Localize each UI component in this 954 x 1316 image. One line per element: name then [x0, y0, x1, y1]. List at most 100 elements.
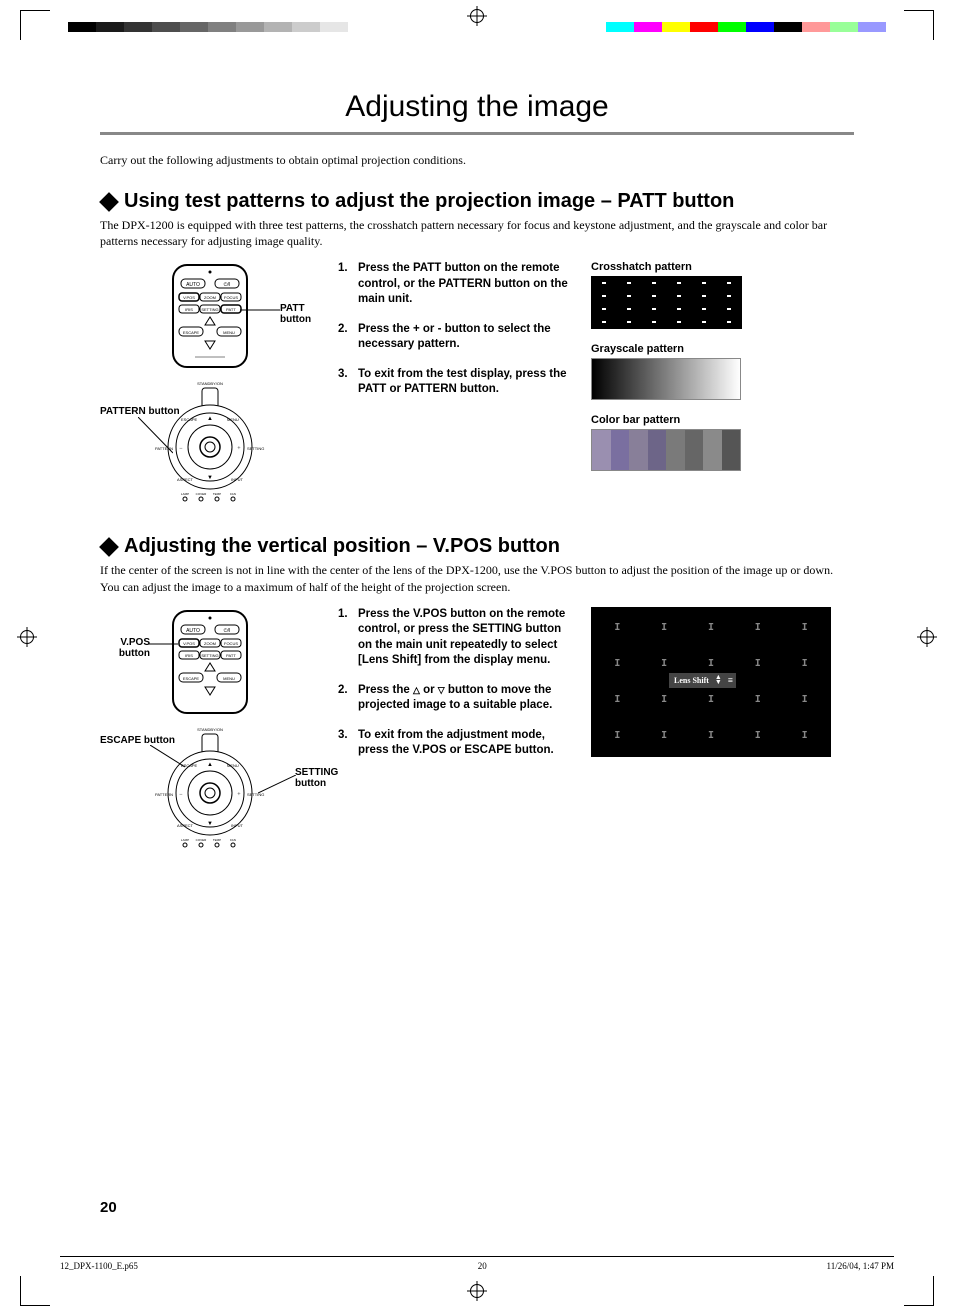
svg-text:ESCAPE: ESCAPE	[181, 417, 198, 422]
section-heading-patt: Using test patterns to adjust the projec…	[100, 190, 854, 213]
svg-text:▼: ▼	[207, 475, 213, 481]
pattern-label: Color bar pattern	[591, 414, 854, 426]
step-item: 3.To exit from the test display, press t…	[338, 367, 573, 398]
svg-text:V.POS: V.POS	[183, 641, 195, 646]
colorbar-pattern-icon	[591, 429, 741, 471]
footer-datetime: 11/26/04, 1:47 PM	[827, 1261, 894, 1271]
intro-text: Carry out the following adjustments to o…	[100, 153, 854, 168]
crop-mark	[904, 10, 934, 40]
grayscale-pattern-box: Grayscale pattern	[591, 343, 854, 400]
diamond-bullet-icon	[99, 192, 119, 212]
grayscale-pattern-icon	[591, 358, 741, 400]
svg-text:SETTING: SETTING	[201, 307, 218, 312]
svg-text:ZOOM: ZOOM	[204, 641, 216, 646]
svg-text:ASPECT: ASPECT	[177, 823, 194, 828]
leader-line-icon	[258, 775, 296, 795]
svg-text:PATT: PATT	[226, 653, 236, 658]
diamond-bullet-icon	[99, 537, 119, 557]
svg-text:MENU: MENU	[227, 763, 239, 768]
section-body: If the center of the screen is not in li…	[100, 562, 854, 594]
footer-page: 20	[478, 1261, 487, 1271]
svg-text:FOCUS: FOCUS	[224, 295, 238, 300]
footer-file: 12_DPX-1100_E.p65	[60, 1261, 138, 1271]
svg-text:IRIS: IRIS	[185, 653, 193, 658]
pattern-label: Grayscale pattern	[591, 343, 854, 355]
grayscale-calibration-strip	[68, 22, 348, 32]
svg-text:ASPECT: ASPECT	[177, 477, 194, 482]
svg-text:LAMP: LAMP	[181, 838, 189, 842]
svg-text:ESCAPE: ESCAPE	[183, 330, 200, 335]
svg-text:▼: ▼	[207, 821, 213, 827]
pattern-label: Crosshatch pattern	[591, 261, 854, 273]
remote-control-icon: AUTO ⏻/I V.POS ZOOM FOCUS IRIS SETTING P…	[155, 261, 265, 371]
crop-mark	[20, 1276, 50, 1306]
svg-text:PATT: PATT	[226, 307, 236, 312]
step-item: 1.Press the V.POS button on the remote c…	[338, 607, 573, 669]
triangle-up-icon	[413, 684, 420, 696]
lens-shift-text: Lens Shift	[674, 676, 709, 685]
svg-text:▲: ▲	[207, 416, 213, 422]
callout-vpos: V.POS button	[100, 637, 150, 659]
leader-line-icon	[138, 417, 173, 457]
registration-mark-icon	[470, 1284, 484, 1298]
svg-text:ESCAPE: ESCAPE	[183, 676, 200, 681]
svg-text:⏻/I: ⏻/I	[224, 282, 231, 288]
svg-text:INPUT: INPUT	[231, 823, 244, 828]
step-item: 2.Press the or button to move the projec…	[338, 683, 573, 714]
svg-text:SETTING: SETTING	[201, 653, 218, 658]
page-content: Adjusting the image Carry out the follow…	[100, 70, 854, 881]
crop-mark	[904, 1276, 934, 1306]
triangle-down-icon	[438, 684, 445, 696]
crosshatch-pattern-box: Crosshatch pattern	[591, 261, 854, 329]
svg-text:MENU: MENU	[223, 676, 235, 681]
svg-text:TEMP: TEMP	[213, 492, 221, 496]
steps-column: 1.Press the V.POS button on the remote c…	[338, 607, 573, 773]
svg-text:STANDBY/ON: STANDBY/ON	[197, 381, 223, 386]
section-heading-text: Using test patterns to adjust the projec…	[124, 190, 734, 213]
svg-text:PATTERN: PATTERN	[155, 792, 173, 797]
lens-shift-display: IIIII IIIII IIIII IIIII Lens Shift ▲▼ ≡	[591, 607, 831, 757]
crop-mark	[20, 10, 50, 40]
svg-text:AUTO: AUTO	[186, 628, 200, 634]
svg-text:INPUT: INPUT	[231, 477, 244, 482]
patterns-column: Crosshatch pattern Grayscale pattern Col…	[591, 261, 854, 485]
registration-mark-icon	[920, 630, 934, 644]
registration-mark-icon	[470, 9, 484, 23]
svg-text:⏻/I: ⏻/I	[224, 628, 231, 634]
svg-text:FAN: FAN	[230, 838, 236, 842]
page-title: Adjusting the image	[100, 70, 854, 135]
svg-text:STANDBY/ON: STANDBY/ON	[197, 727, 223, 732]
svg-text:COVER: COVER	[196, 492, 208, 496]
leader-line-icon	[150, 745, 185, 770]
callout-setting: SETTING button	[295, 767, 338, 789]
step-item: 3.To exit from the adjustment mode, pres…	[338, 728, 573, 759]
svg-text:FAN: FAN	[230, 492, 236, 496]
svg-text:FOCUS: FOCUS	[224, 641, 238, 646]
leader-line-icon	[148, 643, 178, 645]
svg-text:MENU: MENU	[227, 417, 239, 422]
section-heading-vpos: Adjusting the vertical position – V.POS …	[100, 535, 854, 558]
svg-text:ZOOM: ZOOM	[204, 295, 216, 300]
svg-text:SETTING: SETTING	[247, 446, 264, 451]
svg-text:TEMP: TEMP	[213, 838, 221, 842]
crosshatch-pattern-icon	[591, 276, 742, 329]
colorbar-pattern-box: Color bar pattern	[591, 414, 854, 471]
svg-text:AUTO: AUTO	[186, 282, 200, 288]
leader-line-icon	[240, 309, 280, 311]
page-number: 20	[100, 1199, 117, 1216]
bars-icon: ≡	[728, 675, 731, 685]
footer: 12_DPX-1100_E.p65 20 11/26/04, 1:47 PM	[60, 1256, 894, 1271]
svg-text:V.POS: V.POS	[183, 295, 195, 300]
steps-column: 1.Press the PATT button on the remote co…	[338, 261, 573, 412]
lens-shift-osd-label: Lens Shift ▲▼ ≡	[669, 673, 736, 688]
diagram-column: AUTO ⏻/I V.POS ZOOM FOCUS IRIS SETTING P…	[100, 261, 320, 507]
svg-text:MENU: MENU	[223, 330, 235, 335]
section2-row: AUTO ⏻/I V.POS ZOOM FOCUS IRIS SETTING P…	[100, 607, 854, 853]
callout-patt: PATT button	[280, 303, 320, 325]
remote-control-icon: AUTO ⏻/I V.POS ZOOM FOCUS IRIS SETTING P…	[155, 607, 265, 717]
svg-text:▲: ▲	[207, 762, 213, 768]
diagram-column: AUTO ⏻/I V.POS ZOOM FOCUS IRIS SETTING P…	[100, 607, 320, 853]
step-item: 1.Press the PATT button on the remote co…	[338, 261, 573, 308]
registration-mark-icon	[20, 630, 34, 644]
section1-row: AUTO ⏻/I V.POS ZOOM FOCUS IRIS SETTING P…	[100, 261, 854, 507]
